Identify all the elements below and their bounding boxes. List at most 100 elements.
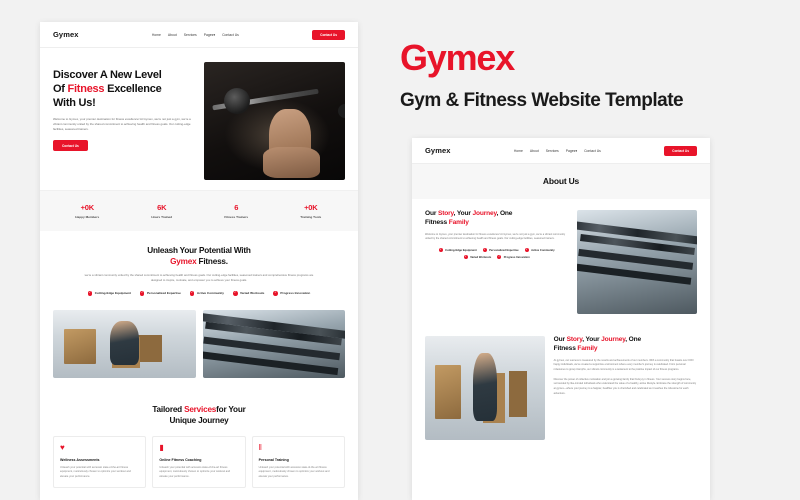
services-heading: Tailored Servicesfor Your Unique Journey	[53, 404, 345, 426]
services-heading-line2: Unique Journey	[169, 415, 229, 425]
check-icon: ✓	[189, 291, 195, 296]
chevron-down-icon: ▾	[213, 32, 216, 37]
potential-heading: Unleash Your Potential With Gymex Fitnes…	[53, 245, 345, 267]
nav-links: Home About Services Pages▾ Contact Us	[514, 149, 601, 153]
potential-feature-list: ✓ Cutting-Edge Equipment ✓ Personalized Ex…	[53, 291, 345, 296]
about-heading-post: , One	[496, 210, 513, 217]
feature-label: Progress Innovation	[280, 291, 311, 296]
potential-section: Unleash Your Potential With Gymex Fitnes…	[40, 231, 358, 306]
about-text-column: Our Story, Your Journey, One Fitness Fam…	[425, 210, 568, 260]
nav-item-contact[interactable]: Contact Us	[584, 149, 601, 153]
about-block-1: Our Story, Your Journey, One Fitness Fam…	[412, 199, 710, 325]
nav-logo[interactable]: Gymex	[425, 146, 451, 155]
feature-label: Cutting-Edge Equipment	[94, 291, 131, 296]
hero-text-column: Discover A New Level Of Fitness Excellen…	[53, 62, 194, 180]
nav-contact-button[interactable]: Contact Us	[664, 145, 697, 156]
feature-item: ✓ Personalized Expertise	[139, 291, 181, 296]
nav-item-home[interactable]: Home	[152, 33, 161, 37]
chevron-down-icon: ▾	[575, 148, 578, 153]
hero-heading-line2: Of Fitness Excellence	[53, 82, 194, 96]
stat-item: 6 Fitness Trainers	[199, 203, 274, 219]
home-page-mockup: Gymex Home About Services Pages▾ Contact…	[40, 22, 358, 500]
navbar-about: Gymex Home About Services Pages▾ Contact…	[412, 138, 710, 164]
about-heading: Our Story, Your Journey, One Fitness Fam…	[554, 336, 697, 354]
about-heading-line1: Our Story, Your Journey, One	[554, 336, 697, 345]
feature-item: ✓ Active Community	[189, 291, 224, 296]
hero-paragraph: Welcome to Gymex, your premier destinati…	[53, 117, 191, 132]
about-heading-mid: , Your	[582, 336, 602, 343]
about-heading-accent-journey: Journey	[601, 336, 626, 343]
check-icon: ✓	[139, 291, 145, 296]
page-title: About Us	[542, 176, 580, 186]
nav-item-pages-label: Pages	[203, 32, 214, 37]
hero-heading-post: Excellence	[104, 83, 162, 96]
nav-logo[interactable]: Gymex	[53, 30, 79, 39]
nav-item-pages[interactable]: Pages▾	[204, 33, 215, 37]
stat-value: 6	[234, 203, 239, 212]
stat-label: Happy Members	[75, 215, 100, 219]
nav-item-about[interactable]: About	[530, 149, 539, 153]
nav-item-services[interactable]: Services	[184, 33, 197, 37]
about-paragraph: Welcome to Gymex, your premier destinati…	[425, 232, 566, 241]
about-heading-pre: Our	[553, 336, 567, 343]
service-cards: ♥ Wellness Assessments Unleash your pote…	[40, 435, 358, 500]
feature-label: Varied Workouts	[470, 255, 492, 259]
nav-item-pages[interactable]: Pages▾	[566, 149, 577, 153]
stat-item: +0K Happy Members	[50, 203, 125, 219]
nav-contact-button[interactable]: Contact Us	[312, 29, 345, 40]
about-heading-post: , One	[625, 336, 641, 343]
service-card[interactable]: ♥ Wellness Assessments Unleash your pote…	[53, 435, 147, 488]
service-card-text: Unleash your potential with accessto sta…	[60, 465, 131, 479]
stat-item: +0K Training Tools	[274, 203, 349, 219]
feature-label: Varied Workouts	[240, 291, 265, 296]
dumbbell-icon: ‖	[258, 442, 262, 452]
potential-heading-accent: Gymex	[170, 257, 197, 267]
potential-heading-post: Fitness.	[196, 257, 229, 267]
dumbbell-rack-photo	[202, 309, 345, 378]
about-heading-line2: Fitness Family	[425, 219, 568, 228]
service-card-text: Unleash your potential with accessto sta…	[159, 465, 231, 479]
about-heading-accent-family: Family	[448, 218, 469, 226]
hero-contact-button[interactable]: Contact Us	[53, 140, 88, 152]
service-card-title: Personal Training	[258, 457, 289, 462]
nav-item-home[interactable]: Home	[514, 149, 523, 153]
man-on-bench-photo	[53, 309, 196, 378]
about-heading-line2: Fitness Family	[554, 345, 697, 354]
brand-title-block: Gymex Gym & Fitness Website Template	[400, 40, 684, 112]
hero-heading-accent: Fitness	[67, 83, 105, 96]
about-page-mockup: Gymex Home About Services Pages▾ Contact…	[412, 138, 710, 500]
nav-item-services[interactable]: Services	[546, 149, 559, 153]
check-icon: ✓	[463, 255, 468, 260]
check-icon: ✓	[87, 291, 93, 296]
nav-item-contact[interactable]: Contact Us	[222, 33, 239, 37]
gym-gallery	[40, 306, 358, 390]
dumbbell-rack-photo	[577, 210, 697, 314]
hero-heading: Discover A New Level Of Fitness Excellen…	[53, 68, 194, 110]
about-paragraph-secondary: Discover the power of collective motivat…	[553, 377, 697, 395]
feature-label: Active Community	[531, 248, 555, 252]
about-heading-accent-journey: Journey	[472, 210, 497, 217]
about-heading-accent-story: Story	[437, 210, 454, 217]
heart-icon: ♥	[60, 442, 65, 452]
check-icon: ✓	[273, 291, 278, 296]
about-text-column: Our Story, Your Journey, One Fitness Fam…	[554, 336, 697, 396]
feature-item: ✓ Personalized Expertise	[482, 248, 519, 253]
feature-label: Personalized Expertise	[146, 291, 181, 296]
stats-bar: +0K Happy Members 6K Hours Trained 6 Fit…	[40, 190, 358, 231]
check-icon: ✓	[524, 248, 529, 253]
hero-heading-pre: Of	[53, 83, 68, 96]
potential-heading-line1: Unleash Your Potential With	[147, 246, 251, 255]
check-icon: ✓	[233, 291, 238, 296]
service-card-title: Online Fitness Coaching	[159, 457, 202, 462]
service-card[interactable]: ▮ Online Fitness Coaching Unleash your p…	[152, 435, 246, 488]
nav-item-about[interactable]: About	[168, 33, 177, 37]
nav-item-pages-label: Pages	[565, 148, 576, 153]
potential-heading-line2: Gymex Fitness.	[53, 256, 345, 267]
page-title-band: About Us	[412, 164, 710, 199]
service-card[interactable]: ‖ Personal Training Unleash your potenti…	[251, 435, 345, 488]
services-heading-accent: Services	[184, 404, 217, 414]
barbell-squat-photo	[204, 62, 345, 180]
feature-label: Personalized Expertise	[489, 248, 519, 252]
services-section: Tailored Servicesfor Your Unique Journey	[40, 390, 358, 436]
service-card-text: Unleash your potential with accessto sta…	[258, 465, 330, 479]
